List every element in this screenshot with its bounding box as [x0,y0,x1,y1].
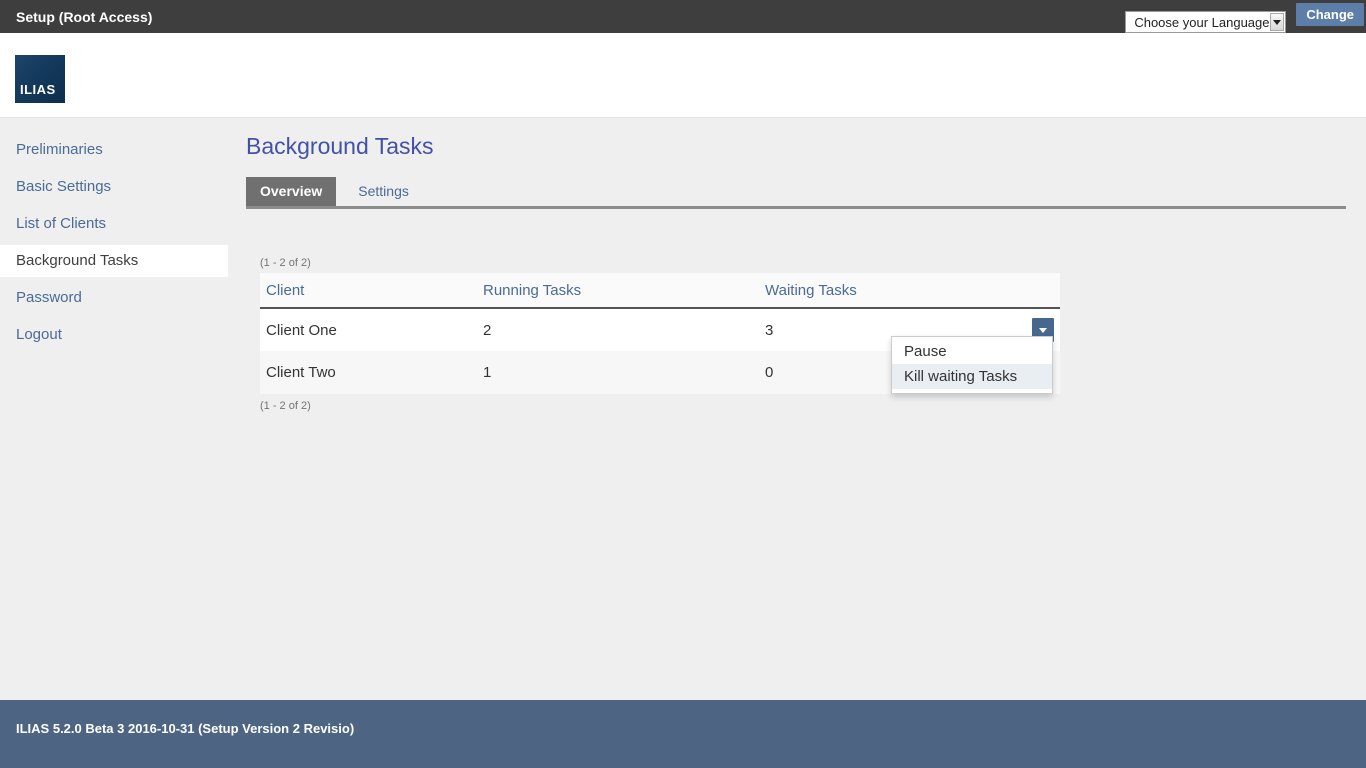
sidebar-item-list-of-clients[interactable]: List of Clients [0,208,228,240]
topbar: Setup (Root Access) Choose your Language… [0,0,1366,33]
table-header-row: Client Running Tasks Waiting Tasks [260,273,1060,308]
cell-client-name: Client Two [260,351,477,394]
content-area: Preliminaries Basic Settings List of Cli… [0,118,1366,700]
column-header-client: Client [260,273,477,308]
sidebar-item-basic-settings[interactable]: Basic Settings [0,171,228,203]
chevron-down-icon [1039,328,1047,333]
window-title: Setup (Root Access) [0,9,152,25]
menu-item-pause[interactable]: Pause [892,339,1052,364]
tab-overview[interactable]: Overview [246,177,336,206]
sidebar-item-preliminaries[interactable]: Preliminaries [0,134,228,166]
column-header-actions [1020,273,1060,308]
footer: ILIAS 5.2.0 Beta 3 2016-10-31 (Setup Ver… [0,700,1366,768]
sidebar-nav: Preliminaries Basic Settings List of Cli… [0,134,228,356]
tab-settings[interactable]: Settings [344,177,423,206]
cell-client-name: Client One [260,308,477,351]
menu-item-kill-waiting-tasks[interactable]: Kill waiting Tasks [892,364,1052,389]
header: ILIAS [0,33,1366,118]
footer-version-text: ILIAS 5.2.0 Beta 3 2016-10-31 (Setup Ver… [0,700,1366,736]
row-actions-dropdown-menu: Pause Kill waiting Tasks [891,336,1053,394]
topbar-controls: Choose your Language Change [1125,0,1366,33]
main-panel: Background Tasks Overview Settings (1 - … [246,118,1346,412]
sidebar-item-password[interactable]: Password [0,282,228,314]
language-select-value: Choose your Language [1126,15,1269,30]
page-title: Background Tasks [246,133,1346,160]
change-language-button[interactable]: Change [1296,3,1364,26]
tab-bar: Overview Settings [246,180,1346,209]
select-arrow-icon[interactable] [1270,13,1285,31]
column-header-waiting-tasks: Waiting Tasks [759,273,1020,308]
column-header-running-tasks: Running Tasks [477,273,759,308]
sidebar-item-logout[interactable]: Logout [0,319,228,351]
cell-running-tasks: 1 [477,351,759,394]
background-tasks-table-zone: (1 - 2 of 2) Client Running Tasks Waitin… [260,257,1060,412]
language-select[interactable]: Choose your Language [1125,11,1286,33]
pagination-top: (1 - 2 of 2) [260,257,1060,269]
sidebar-item-background-tasks[interactable]: Background Tasks [0,245,228,277]
ilias-logo-text: ILIAS [15,82,56,103]
ilias-logo: ILIAS [15,55,65,103]
cell-running-tasks: 2 [477,308,759,351]
pagination-bottom: (1 - 2 of 2) [260,400,1060,412]
